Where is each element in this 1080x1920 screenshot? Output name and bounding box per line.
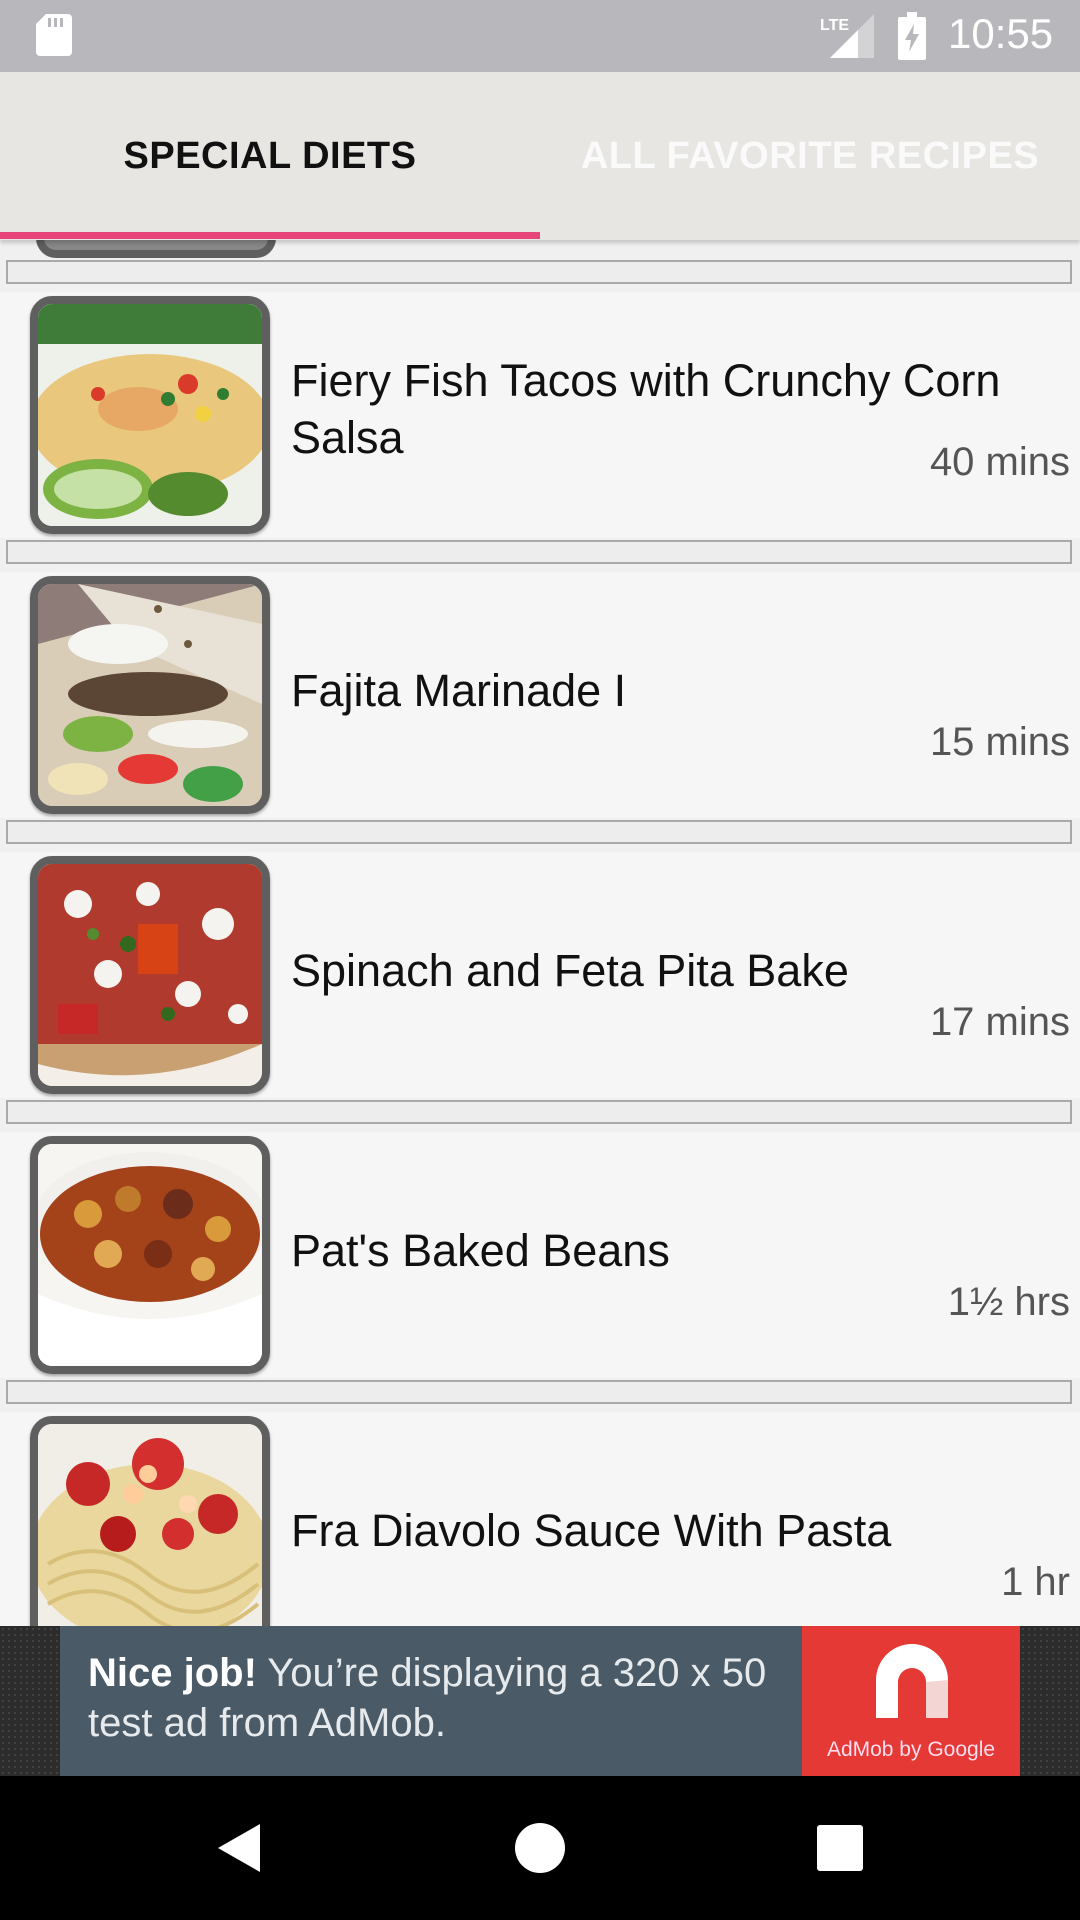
lte-label: LTE: [820, 17, 849, 34]
ad-text: Nice job! You’re displaying a 320 x 50 t…: [88, 1648, 828, 1748]
recipe-thumbnail: [30, 1136, 270, 1374]
recipe-list[interactable]: Fiery Fish Tacos with Crunchy Corn Salsa…: [0, 240, 1080, 1626]
recipe-thumbnail: [30, 1416, 270, 1626]
tab-special-diets[interactable]: SPECIAL DIETS: [0, 72, 540, 240]
recipe-time: 1½ hrs: [947, 1280, 1070, 1324]
list-divider: [6, 1100, 1072, 1124]
list-divider: [6, 260, 1072, 284]
ad-headline: Nice job!: [88, 1651, 257, 1695]
recipe-item[interactable]: Fiery Fish Tacos with Crunchy Corn Salsa…: [0, 292, 1080, 538]
battery-charging-icon: [898, 12, 926, 60]
list-divider: [6, 1380, 1072, 1404]
recipe-time: 15 mins: [929, 720, 1070, 764]
home-icon[interactable]: [512, 1820, 568, 1876]
recipe-item[interactable]: Spinach and Feta Pita Bake 17 mins: [0, 852, 1080, 1098]
list-divider: [6, 820, 1072, 844]
recipe-title: Pat's Baked Beans: [291, 1225, 670, 1276]
partial-thumbnail: [36, 240, 276, 258]
navigation-bar: [0, 1776, 1080, 1920]
tab-indicator: [0, 232, 540, 239]
ad-container: Nice job! You’re displaying a 320 x 50 t…: [0, 1626, 1080, 1776]
recipe-time: 1 hr: [1001, 1560, 1070, 1604]
recents-icon[interactable]: [812, 1820, 868, 1876]
recipe-item[interactable]: Fajita Marinade I 15 mins: [0, 572, 1080, 818]
admob-icon: [876, 1644, 948, 1718]
clock: 10:55: [948, 10, 1054, 57]
admob-logo: AdMob by Google: [802, 1626, 1020, 1776]
ad-banner[interactable]: Nice job! You’re displaying a 320 x 50 t…: [60, 1626, 1020, 1776]
recipe-thumbnail: [30, 856, 270, 1094]
list-divider: [6, 540, 1072, 564]
recipe-thumbnail: [30, 296, 270, 534]
recipe-title: Fra Diavolo Sauce With Pasta: [291, 1505, 892, 1556]
ad-brand: AdMob by Google: [826, 1738, 996, 1761]
recipe-time: 40 mins: [929, 440, 1070, 484]
recipe-time: 17 mins: [929, 1000, 1070, 1044]
status-bar: LTE 10:55: [0, 0, 1080, 72]
recipe-thumbnail: [30, 576, 270, 814]
sd-card-icon: [36, 14, 72, 56]
back-icon[interactable]: [212, 1820, 268, 1876]
tab-bar: SPECIAL DIETS ALL FAVORITE RECIPES: [0, 72, 1080, 240]
recipe-title: Spinach and Feta Pita Bake: [291, 945, 849, 996]
tab-all-favorite-recipes[interactable]: ALL FAVORITE RECIPES: [540, 72, 1080, 240]
lte-signal-icon: LTE: [820, 14, 874, 58]
recipe-item[interactable]: Pat's Baked Beans 1½ hrs: [0, 1132, 1080, 1378]
recipe-title: Fajita Marinade I: [291, 665, 627, 716]
recipe-item[interactable]: Fra Diavolo Sauce With Pasta 1 hr: [0, 1412, 1080, 1626]
